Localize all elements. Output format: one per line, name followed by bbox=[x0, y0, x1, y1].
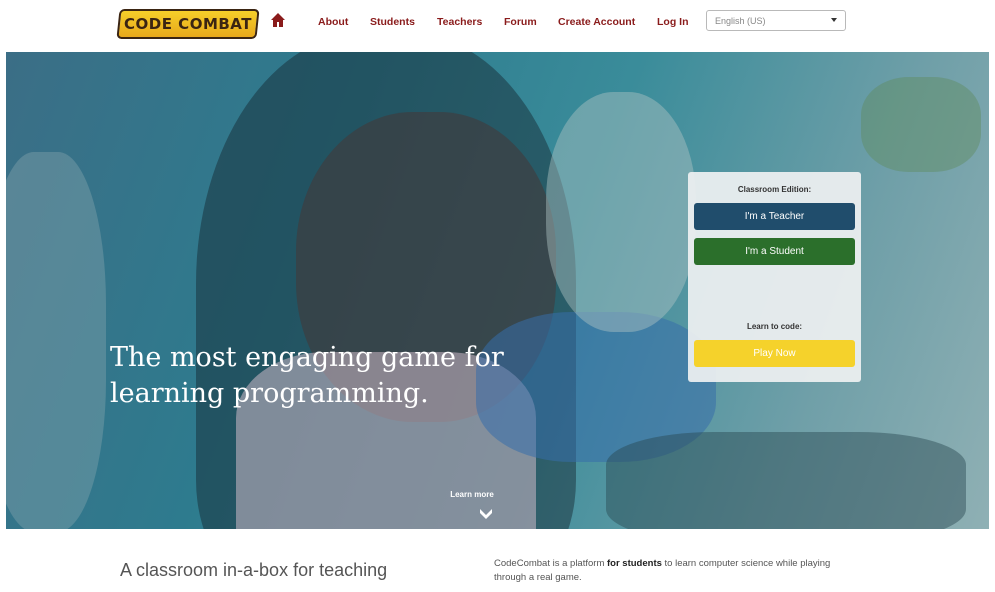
language-select[interactable]: English (US) bbox=[706, 10, 846, 31]
hero-photo-shape bbox=[546, 92, 696, 332]
hero-headline-line1: The most engaging game for bbox=[110, 342, 504, 373]
hero-photo-shape bbox=[6, 152, 106, 529]
hero-photo-shape bbox=[861, 77, 981, 172]
nav-teachers[interactable]: Teachers bbox=[437, 16, 482, 28]
nav-log-in[interactable]: Log In bbox=[657, 16, 689, 28]
student-button[interactable]: I'm a Student bbox=[694, 238, 855, 265]
platform-description: CodeCombat is a platform for students to… bbox=[494, 557, 854, 585]
chevron-down-icon bbox=[831, 18, 837, 22]
hero-headline-line2: learning programming. bbox=[110, 378, 429, 409]
learn-more-link[interactable]: Learn more bbox=[440, 490, 504, 499]
hero-photo-shape bbox=[606, 432, 966, 529]
desc-bold: for students bbox=[607, 558, 662, 569]
play-now-button[interactable]: Play Now bbox=[694, 340, 855, 367]
top-navbar: CODE COMBAT About Students Teachers Foru… bbox=[0, 0, 995, 52]
chevron-down-icon[interactable] bbox=[478, 505, 494, 521]
nav-create-account[interactable]: Create Account bbox=[558, 16, 635, 28]
nav-about[interactable]: About bbox=[318, 16, 348, 28]
teacher-button[interactable]: I'm a Teacher bbox=[694, 203, 855, 230]
learn-to-code-label: Learn to code: bbox=[746, 322, 803, 331]
classroom-tagline: A classroom in-a-box for teaching bbox=[120, 560, 388, 580]
logo-text: CODE COMBAT bbox=[124, 15, 252, 33]
codecombat-logo[interactable]: CODE COMBAT bbox=[116, 9, 260, 39]
language-selected: English (US) bbox=[715, 16, 766, 26]
panel-title: Classroom Edition: bbox=[737, 185, 812, 194]
classroom-edition-panel: Classroom Edition: I'm a Teacher I'm a S… bbox=[688, 172, 861, 382]
desc-prefix: CodeCombat is a platform bbox=[494, 558, 607, 569]
hero-headline: The most engaging game for learning prog… bbox=[110, 340, 504, 412]
nav-students[interactable]: Students bbox=[370, 16, 415, 28]
home-icon[interactable] bbox=[270, 12, 286, 28]
nav-forum[interactable]: Forum bbox=[504, 16, 537, 28]
